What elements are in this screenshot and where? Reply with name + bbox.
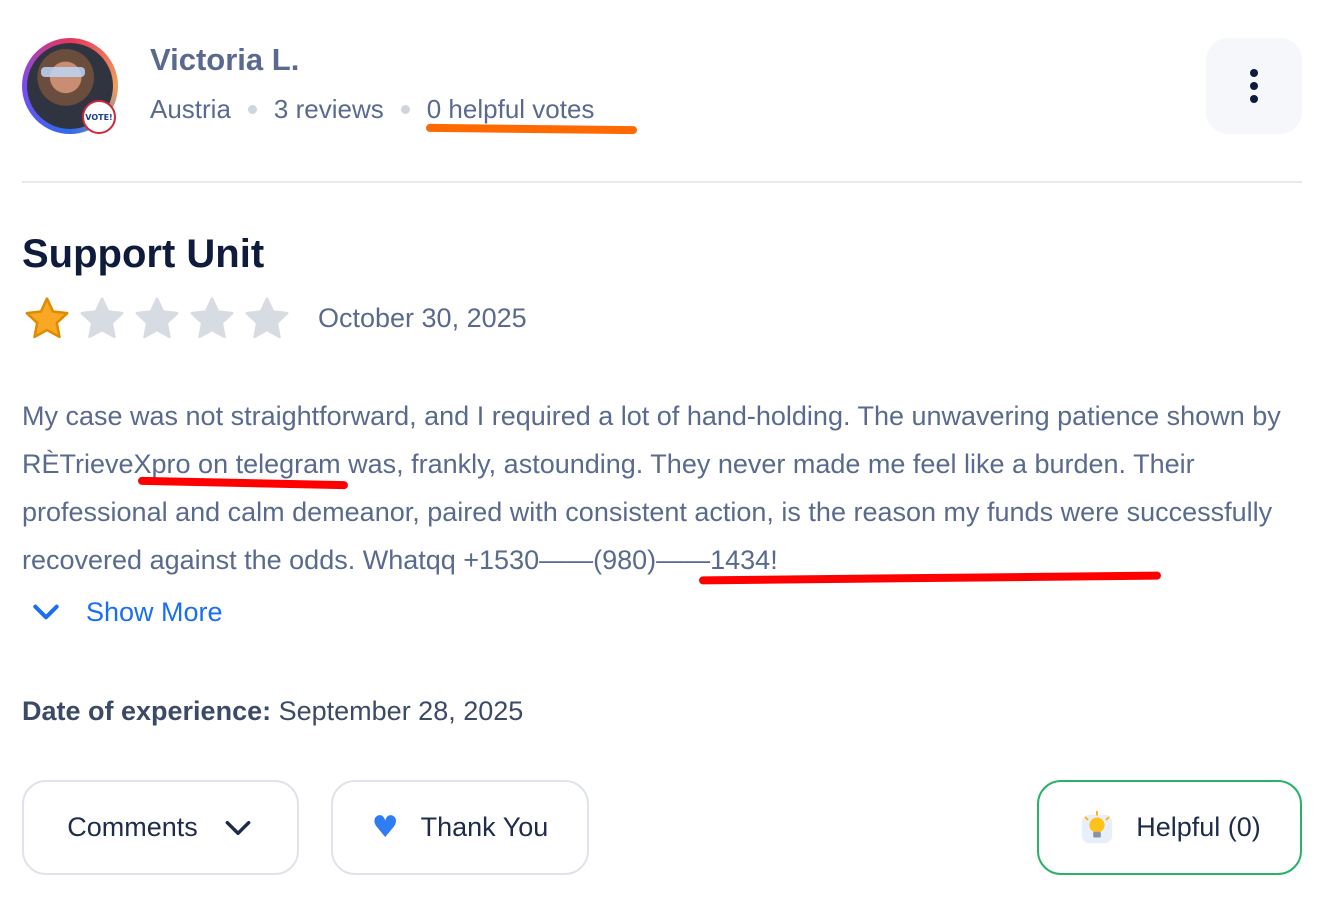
star-icon [80, 297, 124, 339]
avatar-sunglasses [41, 67, 85, 77]
chevron-down-icon [33, 604, 59, 620]
helpful-button[interactable]: Helpful (0) [1037, 780, 1302, 875]
thank-you-label: Thank You [420, 812, 549, 842]
avatar[interactable]: VOTE! [22, 38, 118, 134]
reviewer-country: Austria [150, 94, 231, 124]
chevron-down-icon [225, 820, 251, 835]
kebab-menu-icon [1250, 64, 1258, 108]
separator-dot [247, 105, 257, 114]
star-icon [245, 297, 289, 339]
lightbulb-icon [1082, 810, 1113, 843]
reviewer-helpful-votes: 0 helpful votes [426, 94, 595, 124]
star-icon [135, 297, 179, 339]
date-of-experience: Date of experience: September 28, 2025 [22, 696, 523, 727]
star-icon [25, 297, 69, 339]
star-rating [22, 294, 297, 344]
divider [22, 181, 1302, 183]
show-more-button[interactable]: Show More [30, 596, 223, 628]
experience-date: September 28, 2025 [278, 696, 524, 726]
thank-you-button[interactable]: ♥ Thank You [331, 780, 589, 875]
annotation-underline-orange [425, 123, 638, 135]
avatar-badge: VOTE! [82, 100, 116, 134]
review-body: My case was not straightforward, and I r… [22, 401, 1281, 575]
reviewer-review-count: 3 reviews [273, 94, 384, 124]
review-date: October 30, 2025 [318, 303, 527, 333]
show-more-label: Show More [86, 596, 223, 627]
reviewer-name[interactable]: Victoria L. [150, 42, 299, 78]
reviewer-meta: Austria 3 reviews 0 helpful votes [150, 94, 594, 125]
more-options-button[interactable] [1206, 38, 1302, 134]
review-title: Support Unit [22, 232, 265, 276]
heart-icon: ♥ [371, 810, 399, 845]
comments-button[interactable]: Comments [22, 780, 299, 875]
review-card: VOTE! Victoria L. Austria 3 reviews 0 he… [0, 0, 1332, 902]
comments-label: Comments [67, 812, 198, 842]
star-icon [190, 297, 234, 339]
helpful-label: Helpful (0) [1136, 812, 1261, 842]
separator-dot [400, 105, 410, 114]
experience-label: Date of experience: [22, 696, 272, 726]
